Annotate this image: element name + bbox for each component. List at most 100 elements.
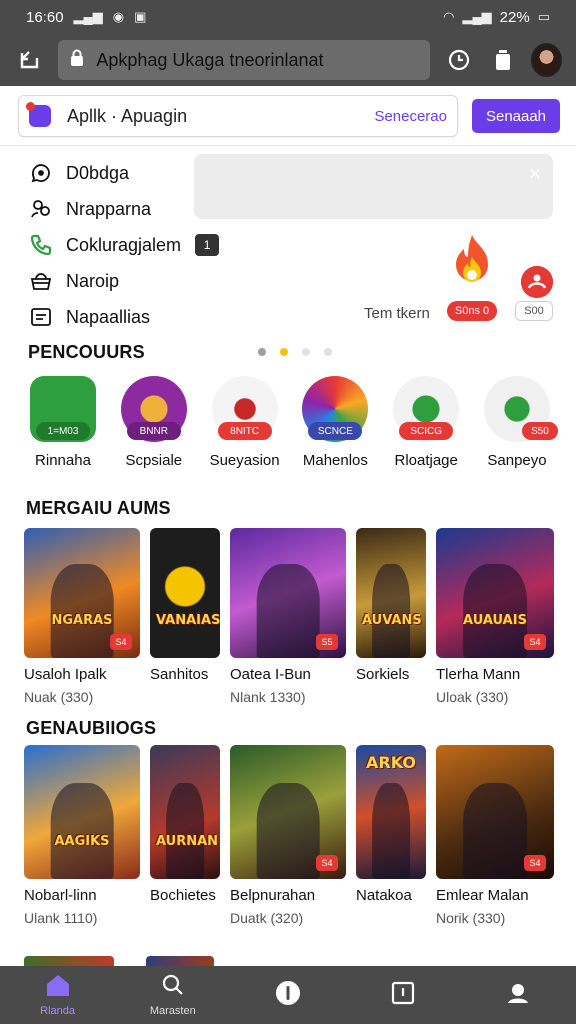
cover-badge: S4	[110, 634, 132, 650]
profile-icon	[505, 981, 531, 1010]
ad-banner[interactable]	[194, 154, 553, 219]
alert-promo-badge: S00	[515, 301, 553, 321]
game-card[interactable]: ARKO Natakoa	[356, 745, 426, 926]
menu-item-0[interactable]: D0bdga	[28, 155, 219, 191]
app-icon-label: S50	[521, 422, 558, 440]
alert-icon[interactable]	[521, 266, 553, 298]
address-bar[interactable]: Apkphag Ukaga tneorinlanat	[58, 40, 431, 80]
app-tile[interactable]: S50 Sanpeyo	[474, 374, 560, 469]
cover-title: NGARAS	[51, 613, 113, 628]
nav-item-inbox[interactable]	[346, 966, 461, 1024]
header-action-button[interactable]: Senaaah	[472, 99, 560, 133]
promo-caption: Tem tkern	[364, 305, 430, 322]
header-link[interactable]: Senecerao	[374, 108, 447, 125]
info-icon	[275, 980, 301, 1011]
game-card[interactable]: S4 Belpnurahan Duatk (320)	[230, 745, 346, 926]
menu-item-4[interactable]: Napaallias	[28, 299, 219, 335]
close-icon[interactable]: ×	[524, 163, 546, 185]
game-card[interactable]: VANAIAS Sanhitos	[150, 528, 220, 705]
clock-icon[interactable]	[442, 42, 474, 78]
game-card[interactable]: S5 Oatea I-Bun Nlank 1330)	[230, 528, 346, 705]
app-tile[interactable]: SCNCE Mahenlos	[292, 374, 378, 469]
cover-title: VANAIAS	[156, 613, 220, 628]
chat-icon	[28, 160, 54, 186]
section-title-games: MERGAIU AUMS	[26, 498, 171, 518]
game-card[interactable]: AURNAN Bochietes	[150, 745, 220, 926]
home-icon	[45, 973, 71, 1002]
app-tile[interactable]: BNNR Scpsiale	[111, 374, 197, 469]
signal-icon: ▂▄▆	[73, 9, 103, 24]
carousel-dot[interactable]	[258, 348, 266, 356]
genres-list: AAGIKS Nobarl-linn Ulank 1110) AURNAN Bo…	[24, 745, 554, 926]
app-name: Rloatjage	[394, 452, 458, 469]
cover-badge: S4	[524, 855, 546, 871]
app-tile[interactable]: 1=M03 Rinnaha	[20, 374, 106, 469]
game-cover: NGARAS S4	[24, 528, 140, 658]
game-name: Nobarl-linn	[24, 887, 97, 904]
game-name: Natakoa	[356, 887, 412, 904]
game-card[interactable]: AUAUAIS S4 Tlerha Mann Uloak (330)	[436, 528, 554, 705]
app-tile[interactable]: 8NITC Sueyasion	[202, 374, 288, 469]
cover-title: AAGIKS	[54, 834, 110, 849]
share-icon[interactable]	[14, 42, 46, 78]
game-card[interactable]: AUVANS Sorkiels	[356, 528, 426, 705]
game-cover: ARKO	[356, 745, 426, 879]
cell-signal-icon: ▂▄▆	[462, 9, 492, 24]
game-meta: Ulank 1110)	[24, 910, 98, 926]
app-tile[interactable]: SCICG Rloatjage	[383, 374, 469, 469]
category-menu: D0bdga Nrapparna Cokluragjalem 1 Naroip …	[28, 155, 220, 335]
app-icon-label: 8NITC	[217, 422, 272, 440]
nav-item-info[interactable]	[230, 966, 345, 1024]
cover-badge: S4	[524, 634, 546, 650]
app-header: Apllk · Apuagin Senecerao	[18, 95, 458, 137]
app-name: Mahenlos	[302, 452, 368, 469]
battery-percent: 22%	[499, 8, 530, 26]
list-icon	[28, 304, 54, 330]
game-name: Usaloh Ipalk	[24, 666, 107, 683]
nav-item-home[interactable]: Rlanda	[0, 966, 115, 1024]
lock-icon	[70, 49, 84, 72]
cover-title: AUAUAIS	[463, 613, 527, 628]
eye-icon: ◉	[112, 9, 125, 24]
game-meta: Duatk (320)	[230, 910, 304, 926]
wifi-icon: ◠	[443, 9, 455, 24]
nav-item-search[interactable]: Marasten	[115, 966, 230, 1024]
game-name: Emlear Malan	[436, 887, 529, 904]
nav-item-profile[interactable]	[461, 966, 576, 1024]
menu-item-2[interactable]: Cokluragjalem 1	[28, 227, 220, 263]
popular-apps-list: 1=M03 Rinnaha BNNR Scpsiale 8NITC Sueyas…	[20, 374, 560, 469]
carousel-dot-active[interactable]	[280, 348, 288, 356]
game-name: Tlerha Mann	[436, 666, 521, 683]
phone-icon	[28, 232, 54, 258]
basket-icon	[28, 268, 54, 294]
game-card[interactable]: S4 Emlear Malan Norik (330)	[436, 745, 554, 926]
games-list: NGARAS S4 Usaloh Ipalk Nuak (330) VANAIA…	[24, 528, 554, 705]
game-card[interactable]: AAGIKS Nobarl-linn Ulank 1110)	[24, 745, 140, 926]
game-name: Bochietes	[150, 887, 216, 904]
divider	[0, 145, 576, 146]
section-title-genres: GENAUBIIOGS	[26, 718, 157, 738]
status-time: 16:60	[26, 8, 64, 26]
game-meta: Nuak (330)	[24, 689, 94, 705]
menu-label: Naroip	[66, 270, 120, 291]
game-name: Belpnurahan	[230, 887, 316, 904]
game-cover: VANAIAS	[150, 528, 220, 658]
menu-item-3[interactable]: Naroip	[28, 263, 219, 299]
app-icon-label: SCICG	[399, 422, 454, 440]
fire-icon[interactable]	[444, 233, 500, 295]
game-cover: S4	[230, 745, 346, 879]
trash-icon[interactable]	[487, 42, 519, 78]
game-meta: Norik (330)	[436, 910, 506, 926]
app-name: Scpsiale	[125, 452, 183, 469]
carousel-dot[interactable]	[324, 348, 332, 356]
menu-item-1[interactable]: Nrapparna	[28, 191, 219, 227]
menu-label: Cokluragjalem	[66, 234, 182, 255]
game-name: Sanhitos	[150, 666, 209, 683]
image-icon: ▣	[134, 9, 147, 24]
cover-title: AUVANS	[362, 613, 422, 628]
carousel-dot[interactable]	[302, 348, 310, 356]
game-card[interactable]: NGARAS S4 Usaloh Ipalk Nuak (330)	[24, 528, 140, 705]
app-name: Apllk · Apuagin	[67, 105, 188, 126]
cover-title: ARKO	[366, 753, 416, 772]
avatar[interactable]	[531, 43, 562, 77]
